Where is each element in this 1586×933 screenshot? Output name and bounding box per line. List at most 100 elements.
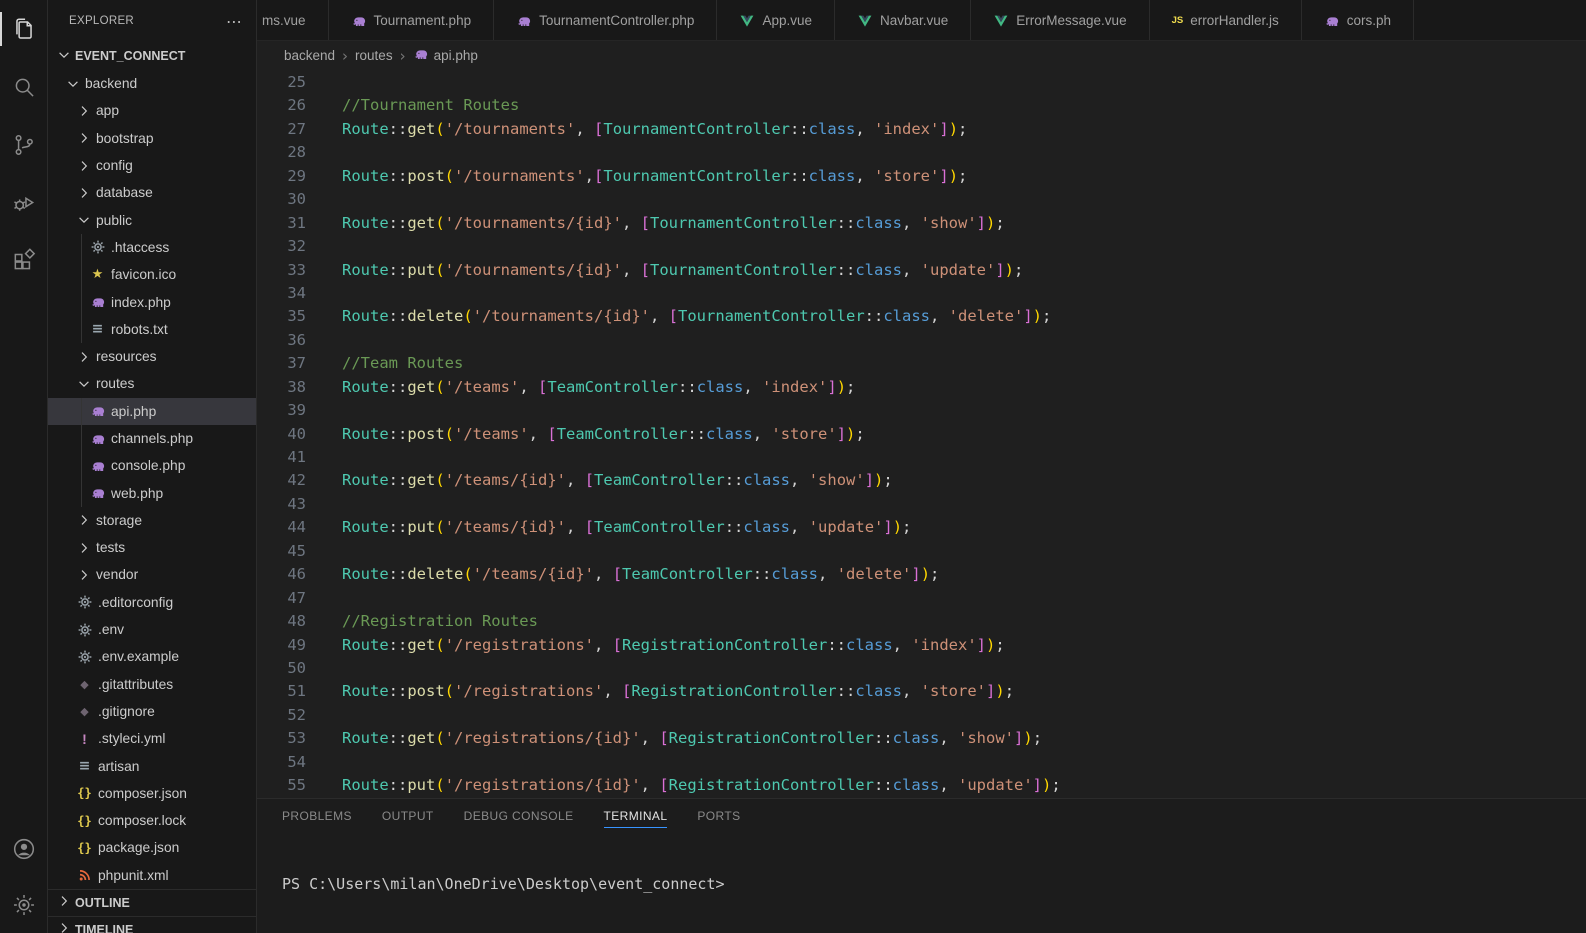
code-line[interactable]: 35 Route::delete('/tournaments/{id}', [To… (257, 305, 1586, 328)
tree-folder-routes[interactable]: routes (48, 370, 256, 397)
code-line[interactable]: 40 Route::post('/teams', [TeamController:… (257, 423, 1586, 446)
tree-file-phpunit-xml[interactable]: phpunit.xml (48, 862, 256, 889)
tree-file-console-php[interactable]: console.php (48, 452, 256, 480)
code-line[interactable]: 46 Route::delete('/teams/{id}', [TeamCont… (257, 563, 1586, 586)
tree-file-htaccess[interactable]: .htaccess (48, 233, 256, 262)
tab-errorhandler-js[interactable]: JS errorHandler.js (1149, 0, 1302, 40)
code-line[interactable]: 52 (257, 704, 1586, 727)
code-line[interactable]: 55 Route::put('/registrations/{id}', [Reg… (257, 774, 1586, 797)
line-number: 47 (287, 588, 306, 607)
tab-navbar-vue[interactable]: Navbar.vue (834, 0, 972, 40)
extensions-icon[interactable] (0, 232, 47, 290)
panel-tab-terminal[interactable]: TERMINAL (603, 799, 668, 833)
panel-tab-ports[interactable]: PORTS (697, 799, 740, 833)
panel-tab-debug-console[interactable]: DEBUG CONSOLE (464, 799, 574, 833)
code-line[interactable]: 32 (257, 235, 1586, 258)
line-number: 41 (287, 448, 306, 466)
code-line[interactable]: 53 Route::get('/registrations/{id}', [Reg… (257, 727, 1586, 750)
tree-file-env[interactable]: .env (48, 616, 256, 643)
panel-tab-output[interactable]: OUTPUT (382, 799, 434, 833)
tree-file-composer-lock[interactable]: {} composer.lock (48, 807, 256, 834)
tree-folder-app[interactable]: app (48, 97, 256, 124)
breadcrumb-file[interactable]: api.php (413, 46, 478, 65)
tree-file-robots-txt[interactable]: ≡ robots.txt (48, 315, 256, 344)
tab-tournamentcontroller-php[interactable]: TournamentController.php (494, 0, 718, 40)
code-line[interactable]: 43 (257, 493, 1586, 516)
gear-file-icon (88, 239, 107, 255)
tree-folder-config[interactable]: config (48, 152, 256, 179)
code-line[interactable]: 29 Route::post('/tournaments',[Tournament… (257, 165, 1586, 188)
tree-file-gitignore[interactable]: ◆ .gitignore (48, 698, 256, 725)
search-icon[interactable] (0, 58, 47, 116)
tab-app-vue[interactable]: App.vue (717, 0, 835, 40)
source-control-icon[interactable] (0, 116, 47, 174)
tree-file-styleci-yml[interactable]: ! .styleci.yml (48, 725, 256, 752)
code-line[interactable]: 39 (257, 399, 1586, 422)
code-line[interactable]: 33 Route::put('/tournaments/{id}', [Tourn… (257, 259, 1586, 282)
more-actions-icon[interactable]: ⋯ (226, 12, 242, 31)
section-outline[interactable]: OUTLINE (48, 888, 256, 916)
code-line[interactable]: 25 (257, 71, 1586, 94)
code-line[interactable]: 44 Route::put('/teams/{id}', [TeamControl… (257, 516, 1586, 539)
tree-file-package-json[interactable]: {} package.json (48, 834, 256, 861)
tree-folder-bootstrap[interactable]: bootstrap (48, 125, 256, 152)
tree-folder-vendor[interactable]: vendor (48, 561, 256, 588)
line-number: 26 (287, 96, 306, 115)
section-timeline[interactable]: TIMELINE (48, 915, 256, 933)
lines-file-icon: ≡ (91, 321, 104, 338)
php-file-icon (413, 46, 429, 65)
code-line[interactable]: 45 (257, 540, 1586, 563)
settings-gear-icon[interactable] (0, 877, 47, 933)
tab-tournament-php[interactable]: Tournament.php (328, 0, 495, 40)
tree-file-composer-json[interactable]: {} composer.json (48, 780, 256, 807)
code-line[interactable]: 37//Team Routes (257, 352, 1586, 375)
tree-folder-storage[interactable]: storage (48, 507, 256, 534)
code-line[interactable]: 54 (257, 751, 1586, 774)
code-line[interactable]: 51 Route::post('/registrations', [Registr… (257, 680, 1586, 703)
explorer-icon[interactable] (0, 0, 47, 58)
tree-file-web-php[interactable]: web.php (48, 479, 256, 508)
tree-folder-backend[interactable]: backend (48, 70, 256, 97)
tree-file-editorconfig[interactable]: .editorconfig (48, 589, 256, 616)
php-file-icon (351, 13, 367, 29)
tab-errormessage-vue[interactable]: ErrorMessage.vue (971, 0, 1150, 40)
code-line[interactable]: 26//Tournament Routes (257, 94, 1586, 117)
tree-file-env-example[interactable]: .env.example (48, 643, 256, 670)
code-line[interactable]: 38 Route::get('/teams', [TeamController::… (257, 376, 1586, 399)
tab-ms-vue[interactable]: ms.vue (257, 0, 329, 40)
code-line[interactable]: 34 (257, 282, 1586, 305)
tree-file-api-php[interactable]: api.php (48, 397, 256, 426)
run-debug-icon[interactable] (0, 174, 47, 232)
code-line[interactable]: 50 (257, 657, 1586, 680)
tree-folder-public[interactable]: public (48, 206, 256, 233)
tree-folder-database[interactable]: database (48, 179, 256, 206)
code-line[interactable]: 31 Route::get('/tournaments/{id}', [Tourn… (257, 212, 1586, 235)
tree-file-gitattributes[interactable]: ◆ .gitattributes (48, 671, 256, 698)
code-line[interactable]: 41 (257, 446, 1586, 469)
code-line[interactable]: 27 Route::get('/tournaments', [Tournament… (257, 118, 1586, 141)
tree-folder-resources[interactable]: resources (48, 343, 256, 370)
account-icon[interactable] (0, 821, 47, 877)
tree-file-favicon-ico[interactable]: ★ favicon.ico (48, 261, 256, 289)
code-line[interactable]: 47 (257, 587, 1586, 610)
tree-file-channels-php[interactable]: channels.php (48, 424, 256, 453)
breadcrumb-backend[interactable]: backend (284, 48, 335, 63)
project-root-header[interactable]: EVENT_CONNECT (48, 42, 256, 70)
code-editor[interactable]: 25 26//Tournament Routes 27 Route::get('/to… (257, 70, 1586, 798)
line-number: 52 (287, 705, 306, 724)
tree-file-artisan[interactable]: ≡ artisan (48, 752, 256, 779)
code-line[interactable]: 36 (257, 329, 1586, 352)
code-line[interactable]: 30 (257, 188, 1586, 211)
terminal[interactable]: PS C:\Users\milan\OneDrive\Desktop\event… (257, 833, 1586, 933)
tree-folder-tests[interactable]: tests (48, 534, 256, 561)
tree-file-index-php[interactable]: index.php (48, 288, 256, 316)
panel-tab-problems[interactable]: PROBLEMS (282, 799, 352, 833)
breadcrumb-routes[interactable]: routes (355, 48, 393, 63)
sidebar-header: EXPLORER ⋯ (48, 0, 256, 42)
code-line[interactable]: 42 Route::get('/teams/{id}', [TeamControl… (257, 469, 1586, 492)
php-file-icon (88, 403, 107, 419)
code-line[interactable]: 48//Registration Routes (257, 610, 1586, 633)
code-line[interactable]: 28 (257, 141, 1586, 164)
tab-cors-ph[interactable]: cors.ph (1301, 0, 1415, 40)
code-line[interactable]: 49 Route::get('/registrations', [Registra… (257, 634, 1586, 657)
